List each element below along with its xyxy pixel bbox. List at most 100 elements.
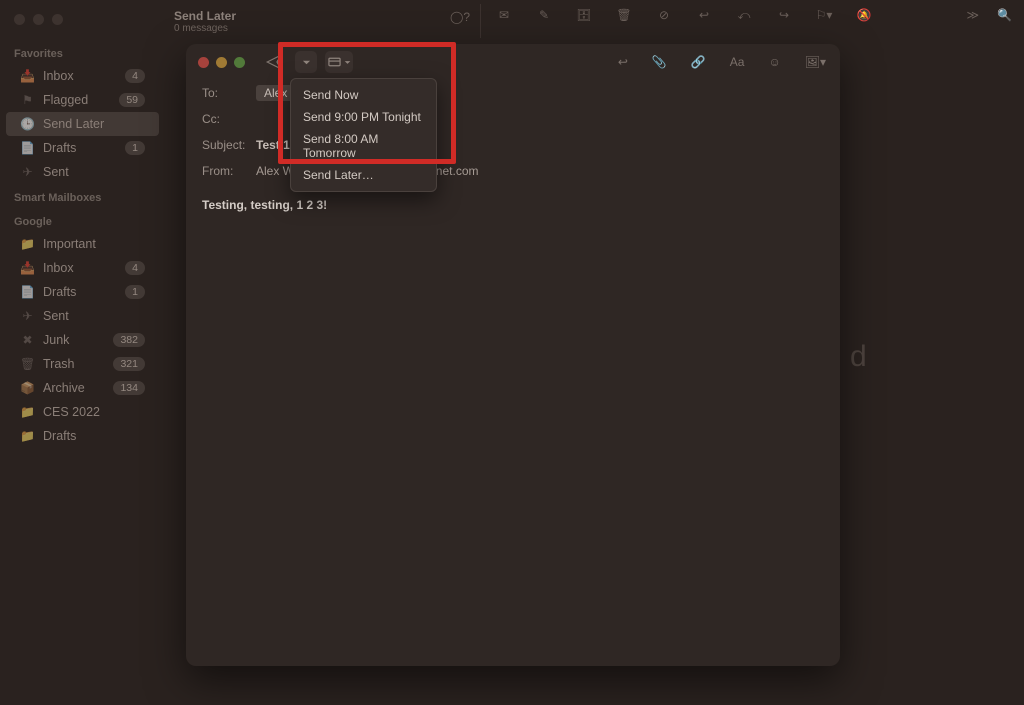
sidebar-badge: 134 <box>113 381 145 395</box>
sidebar-badge: 4 <box>125 261 145 275</box>
sidebar-item-label: Inbox <box>43 261 117 275</box>
sidebar-item-label: Important <box>43 237 145 251</box>
sidebar-item-sent[interactable]: ✈ Sent <box>6 160 159 184</box>
sent-icon: ✈ <box>20 309 35 323</box>
compose-toolbar-right: ↩ 📎 🔗 Aa ☺ 🖼▾ <box>618 55 826 69</box>
sidebar-item-label: Inbox <box>43 69 117 83</box>
sidebar-item-important[interactable]: 📁 Important <box>6 232 159 256</box>
sidebar-section-favorites: Favorites <box>0 40 165 64</box>
sidebar-item-label: Send Later <box>43 117 145 131</box>
header-fields-button[interactable] <box>325 51 353 73</box>
more-icon[interactable]: ≫ <box>966 8 979 22</box>
inbox-icon: 📥 <box>20 261 35 275</box>
sidebar-item-label: Junk <box>43 333 105 347</box>
emoji-icon[interactable]: ☺ <box>768 55 780 69</box>
folder-icon: 📁 <box>20 405 35 419</box>
archive-icon: 📦 <box>20 381 35 395</box>
compose-fields: To: Alex Wawro Cc: Subject: Test 1 2 3 F… <box>186 80 840 184</box>
sidebar-badge: 1 <box>125 285 145 299</box>
sidebar-item-label: CES 2022 <box>43 405 145 419</box>
sidebar-item-g-inbox[interactable]: 📥 Inbox 4 <box>6 256 159 280</box>
sidebar-item-label: Sent <box>43 309 145 323</box>
sidebar-badge: 382 <box>113 333 145 347</box>
header-subtitle: 0 messages <box>174 23 236 34</box>
folder-icon: 📁 <box>20 429 35 443</box>
send-options-dropdown-button[interactable] <box>295 51 317 73</box>
flag-icon[interactable]: ⚐▾ <box>815 8 833 23</box>
send-icon[interactable] <box>265 53 283 71</box>
main-toolbar: ✉ ✎ 🗄 🗑 ⊘ ↩ ⤺ ↪ ⚐▾ 🔕 <box>495 8 873 23</box>
toolbar-separator <box>480 4 481 38</box>
mail-icon[interactable]: ✉ <box>495 8 513 23</box>
inbox-icon: 📥 <box>20 69 35 83</box>
sidebar-item-g-sent[interactable]: ✈ Sent <box>6 304 159 328</box>
document-icon: 📄 <box>20 141 35 155</box>
search-icon[interactable]: 🔍 <box>997 8 1012 22</box>
from-label: From: <box>202 164 256 178</box>
reply-all-icon[interactable]: ⤺ <box>735 8 753 23</box>
sidebar-item-drafts[interactable]: 📄 Drafts 1 <box>6 136 159 160</box>
sidebar-item-g-drafts2[interactable]: 📁 Drafts <box>6 424 159 448</box>
compose-body[interactable]: Testing, testing, 1 2 3! <box>186 184 840 226</box>
toolbar-right: ≫ 🔍 <box>966 8 1012 22</box>
archive-icon[interactable]: 🗄 <box>575 8 593 23</box>
sidebar-item-g-trash[interactable]: 🗑 Trash 321 <box>6 352 159 376</box>
zoom-button[interactable] <box>234 57 245 68</box>
background-text: d <box>850 340 867 374</box>
sidebar-badge: 4 <box>125 69 145 83</box>
subject-label: Subject: <box>202 138 256 152</box>
reply-icon[interactable]: ↩ <box>695 8 713 23</box>
forward-icon[interactable]: ↪ <box>775 8 793 23</box>
sidebar-item-label: Archive <box>43 381 105 395</box>
compose-traffic-lights <box>198 57 245 68</box>
sidebar-item-label: Flagged <box>43 93 111 107</box>
compose-icon[interactable]: ✎ <box>535 8 553 23</box>
sent-icon: ✈ <box>20 165 35 179</box>
help-icon[interactable]: ◯? <box>450 10 470 24</box>
format-icon[interactable]: Aa <box>730 55 745 69</box>
compose-titlebar: ↩ 📎 🔗 Aa ☺ 🖼▾ Send Now Send 9:00 PM Toni… <box>186 44 840 80</box>
cc-label: Cc: <box>202 112 256 126</box>
photo-icon[interactable]: 🖼▾ <box>805 55 826 69</box>
sidebar-item-ces-2022[interactable]: 📁 CES 2022 <box>6 400 159 424</box>
sidebar-item-flagged[interactable]: ⚑ Flagged 59 <box>6 88 159 112</box>
sidebar-item-g-archive[interactable]: 📦 Archive 134 <box>6 376 159 400</box>
sidebar-item-g-drafts[interactable]: 📄 Drafts 1 <box>6 280 159 304</box>
sidebar-item-inbox[interactable]: 📥 Inbox 4 <box>6 64 159 88</box>
sidebar-badge: 59 <box>119 93 145 107</box>
sidebar-item-label: Sent <box>43 165 145 179</box>
close-button[interactable] <box>198 57 209 68</box>
clock-icon: 🕒 <box>20 117 35 131</box>
trash-icon: 🗑 <box>20 357 35 371</box>
minimize-button[interactable] <box>216 57 227 68</box>
link-icon[interactable]: 🔗 <box>691 55 706 69</box>
sidebar-item-send-later[interactable]: 🕒 Send Later <box>6 112 159 136</box>
send-later-menu: Send Now Send 9:00 PM Tonight Send 8:00 … <box>290 78 437 192</box>
sidebar-item-label: Trash <box>43 357 105 371</box>
compose-window: ↩ 📎 🔗 Aa ☺ 🖼▾ Send Now Send 9:00 PM Toni… <box>186 44 840 666</box>
sidebar-badge: 321 <box>113 357 145 371</box>
menu-item-send-tonight[interactable]: Send 9:00 PM Tonight <box>291 106 436 128</box>
document-icon: 📄 <box>20 285 35 299</box>
sidebar: Favorites 📥 Inbox 4 ⚑ Flagged 59 🕒 Send … <box>0 0 165 705</box>
trash-icon[interactable]: 🗑 <box>615 8 633 23</box>
sidebar-section-google: Google <box>0 208 165 232</box>
sidebar-item-g-junk[interactable]: ✖ Junk 382 <box>6 328 159 352</box>
attach-icon[interactable]: 📎 <box>652 55 667 69</box>
sidebar-badge: 1 <box>125 141 145 155</box>
junk-icon: ✖ <box>20 333 35 347</box>
header-title: Send Later <box>174 9 236 23</box>
sidebar-section-smart: Smart Mailboxes <box>0 184 165 208</box>
menu-item-send-tomorrow[interactable]: Send 8:00 AM Tomorrow <box>291 128 436 164</box>
sidebar-item-label: Drafts <box>43 285 117 299</box>
sidebar-item-label: Drafts <box>43 141 117 155</box>
flag-icon: ⚑ <box>20 93 35 107</box>
sidebar-item-label: Drafts <box>43 429 145 443</box>
junk-icon[interactable]: ⊘ <box>655 8 673 23</box>
to-label: To: <box>202 86 256 100</box>
menu-item-send-now[interactable]: Send Now <box>291 84 436 106</box>
menu-item-send-later[interactable]: Send Later… <box>291 164 436 186</box>
reply-icon[interactable]: ↩ <box>618 55 628 69</box>
folder-icon: 📁 <box>20 237 35 251</box>
mute-icon[interactable]: 🔕 <box>855 8 873 23</box>
